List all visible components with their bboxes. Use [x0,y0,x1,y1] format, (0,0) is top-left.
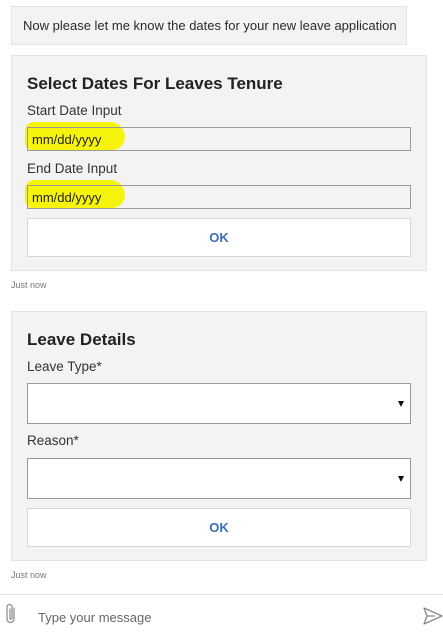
end-date-label: End Date Input [27,161,118,176]
message-input[interactable] [36,603,410,631]
leave-details-card: Leave Details Leave Type* Reason* OK [11,311,427,561]
select-dates-card: Select Dates For Leaves Tenure Start Dat… [11,55,427,271]
bot-message: Now please let me know the dates for you… [11,6,407,45]
leave-type-select[interactable] [27,383,411,424]
leave-ok-button[interactable]: OK [27,508,411,547]
dates-ok-button[interactable]: OK [27,218,411,257]
caret-down-icon [398,401,404,407]
reason-select[interactable] [27,458,411,499]
leave-type-label: Leave Type* [27,359,102,374]
card-title: Leave Details [27,330,136,349]
reason-label: Reason* [27,433,79,448]
start-date-input[interactable] [27,127,411,151]
end-date-input[interactable] [27,185,411,209]
start-date-label: Start Date Input [27,103,122,118]
card-title: Select Dates For Leaves Tenure [27,74,283,93]
message-composer [0,594,443,634]
send-icon[interactable] [423,607,443,625]
message-timestamp: Just now [11,280,47,290]
chat-transcript: Now please let me know the dates for you… [0,0,443,594]
paperclip-icon[interactable] [4,602,18,626]
caret-down-icon [398,476,404,482]
message-timestamp: Just now [11,570,47,580]
